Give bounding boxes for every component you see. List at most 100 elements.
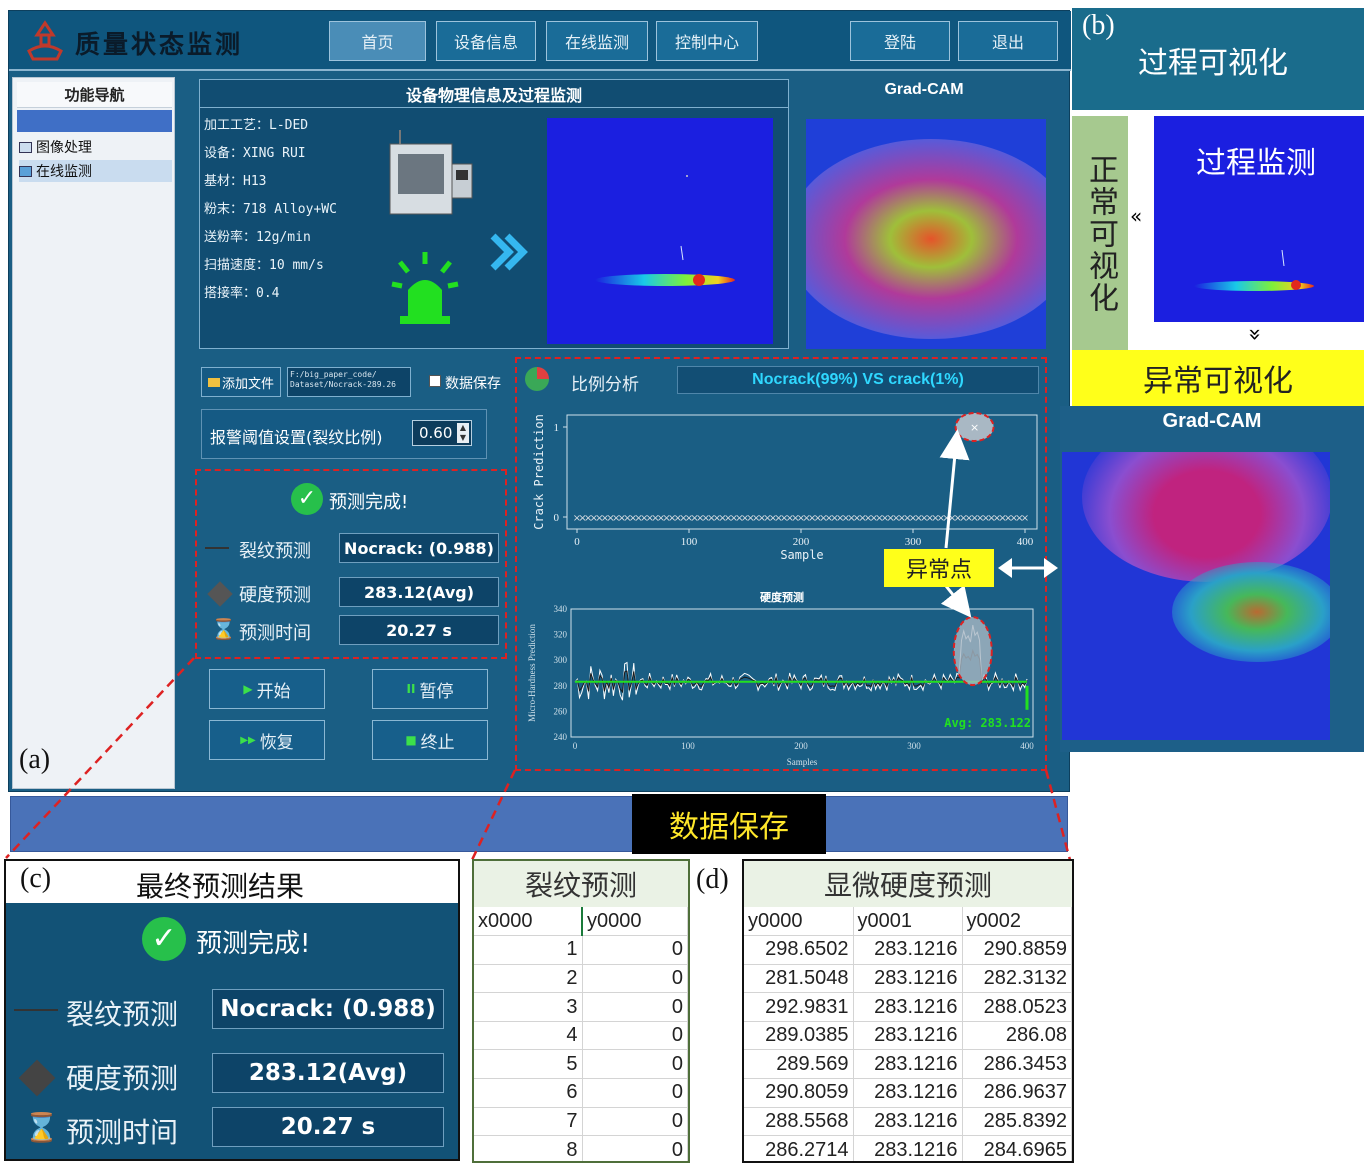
table-header-cell[interactable]: y0000: [744, 907, 854, 937]
add-file-button[interactable]: 添加文件: [201, 367, 281, 397]
table-cell[interactable]: 8: [474, 1135, 583, 1161]
sidebar-item-label: 在线监测: [36, 164, 92, 180]
info-overlap: 搭接率：0.4: [204, 286, 280, 301]
table-cell[interactable]: 290.8059: [744, 1078, 854, 1108]
table-cell[interactable]: 286.2714: [744, 1135, 854, 1161]
info-scan-speed: 扫描速度：10 mm/s: [204, 258, 324, 273]
info-feed-rate: 送粉率：12g/min: [204, 230, 311, 245]
hardness-value: 283.12(Avg): [339, 577, 499, 607]
table-cell[interactable]: 4: [474, 1021, 583, 1051]
x-axis-label: Sample: [780, 548, 823, 562]
gradcam-panel-heatmap: [1062, 452, 1330, 740]
table-cell[interactable]: 0: [582, 1021, 688, 1051]
table-row: 10: [474, 935, 688, 965]
logout-button[interactable]: 退出: [958, 21, 1058, 61]
table-cell[interactable]: 286.9637: [962, 1078, 1072, 1108]
panel-c-title: 最终预测结果: [136, 870, 305, 903]
table-cell[interactable]: 289.0385: [744, 1021, 854, 1051]
table-header-cell[interactable]: y0002: [962, 907, 1072, 937]
table-cell[interactable]: 0: [582, 1049, 688, 1080]
table-cell[interactable]: 7: [474, 1107, 583, 1137]
table-header-row: x0000 y0000: [474, 907, 688, 937]
table-cell[interactable]: 0: [582, 1107, 688, 1137]
table-cell[interactable]: 6: [474, 1078, 583, 1108]
table-cell[interactable]: 284.6965: [962, 1135, 1072, 1161]
table-cell[interactable]: 283.1216: [853, 1107, 963, 1137]
panel-c-hardness-label: 硬度预测: [66, 1062, 179, 1095]
table-cell[interactable]: 292.9831: [744, 992, 854, 1022]
table-cell[interactable]: 298.6502: [744, 935, 854, 965]
printer-logo-icon: [27, 20, 63, 61]
zoom-guide-lines: [5, 657, 1072, 861]
panel-c-hardness-value: 283.12(Avg): [212, 1053, 444, 1093]
table-cell[interactable]: 1: [474, 935, 583, 965]
table-cell[interactable]: 286.08: [962, 1021, 1072, 1051]
table-cell[interactable]: 286.3453: [962, 1049, 1072, 1080]
hardness-label: 硬度预测: [239, 585, 311, 606]
nav-device-info[interactable]: 设备信息: [436, 21, 536, 61]
panel-b-body: 正常可视化 « 过程监测 » 异常可视化: [1072, 110, 1364, 410]
sidebar-header: 功能导航: [17, 82, 172, 108]
table-cell[interactable]: 283.1216: [853, 1078, 963, 1108]
device-panel-title: 设备物理信息及过程监测: [200, 80, 788, 108]
panel-c-time-label: 预测时间: [66, 1116, 179, 1149]
table-cell[interactable]: 0: [582, 1078, 688, 1108]
x-tick-label: 100: [681, 536, 698, 548]
table-cell[interactable]: 5: [474, 1049, 583, 1080]
device-info-list: 加工工艺：L-DED 设备：XING RUI 基材：H13 粉末：718 All…: [204, 114, 374, 346]
table-cell[interactable]: 283.1216: [853, 1049, 963, 1080]
table-cell[interactable]: 290.8859: [962, 935, 1072, 965]
table-cell[interactable]: 283.1216: [853, 964, 963, 994]
sidebar-selection-bar[interactable]: [17, 110, 172, 132]
table-cell[interactable]: 282.3132: [962, 964, 1072, 994]
hardness-table-title: 显微硬度预测: [744, 861, 1072, 907]
table-cell[interactable]: 0: [582, 935, 688, 965]
table-row: 40: [474, 1021, 688, 1051]
table-cell[interactable]: 289.569: [744, 1049, 854, 1080]
table-header-cell[interactable]: y0001: [853, 907, 963, 937]
hourglass-icon: ⌛: [211, 617, 236, 641]
table-cell[interactable]: 2: [474, 964, 583, 994]
nav-online-monitor[interactable]: 在线监测: [546, 21, 648, 61]
table-cell[interactable]: 0: [582, 1135, 688, 1161]
table-cell[interactable]: 283.1216: [853, 1135, 963, 1161]
table-cell[interactable]: 0: [582, 992, 688, 1022]
table-cell[interactable]: 288.5568: [744, 1107, 854, 1137]
table-row: 289.569 283.1216 286.3453: [744, 1049, 1072, 1080]
table-header-cell[interactable]: x0000: [474, 907, 583, 937]
image-icon: [19, 141, 32, 153]
file-path-field[interactable]: F:/big_paper_code/ Dataset/Nocrack-289.2…: [287, 367, 411, 397]
anomaly-label: 异常点: [884, 549, 994, 587]
y-tick-label: 1: [554, 422, 560, 434]
ratio-value: Nocrack(99%) VS crack(1%): [677, 366, 1039, 394]
save-checkbox[interactable]: [429, 375, 441, 387]
info-powder: 粉末：718 Alloy+WC: [204, 202, 337, 217]
diamond-indenter-icon: [207, 581, 233, 607]
nav-home[interactable]: 首页: [329, 21, 426, 61]
table-cell[interactable]: 3: [474, 992, 583, 1022]
threshold-spinbox[interactable]: 0.60 ▲ ▼: [412, 420, 472, 446]
table-cell[interactable]: 281.5048: [744, 964, 854, 994]
table-cell[interactable]: 0: [582, 964, 688, 994]
table-cell[interactable]: 283.1216: [853, 935, 963, 965]
table-cell[interactable]: 285.8392: [962, 1107, 1072, 1137]
sidebar-item-image-processing[interactable]: 图像处理: [19, 136, 172, 158]
info-process: 加工工艺：L-DED: [204, 118, 309, 133]
nav-control-center[interactable]: 控制中心: [656, 21, 758, 61]
table-cell[interactable]: 283.1216: [853, 1021, 963, 1051]
spin-arrows-icon[interactable]: ▲ ▼: [457, 423, 469, 443]
melt-pool-plume-small: [1194, 249, 1314, 291]
table-row: 30: [474, 992, 688, 1022]
table-header-cell[interactable]: y0000: [581, 907, 688, 937]
y-tick-label: 0: [554, 512, 560, 524]
device-panel: 设备物理信息及过程监测 加工工艺：L-DED 设备：XING RUI 基材：H1…: [199, 79, 789, 349]
abnormal-visual-label: 异常可视化: [1072, 350, 1364, 406]
sidebar-item-online-monitor[interactable]: 在线监测: [19, 160, 172, 182]
chevron-double-left-icon: «: [1130, 204, 1143, 228]
y-axis-label: Crack Prediction: [532, 414, 546, 530]
login-button[interactable]: 登陆: [850, 21, 950, 61]
alarm-light-icon: [391, 252, 459, 324]
gradcam-hot-region: [1082, 452, 1330, 582]
table-cell[interactable]: 283.1216: [853, 992, 963, 1022]
table-cell[interactable]: 288.0523: [962, 992, 1072, 1022]
